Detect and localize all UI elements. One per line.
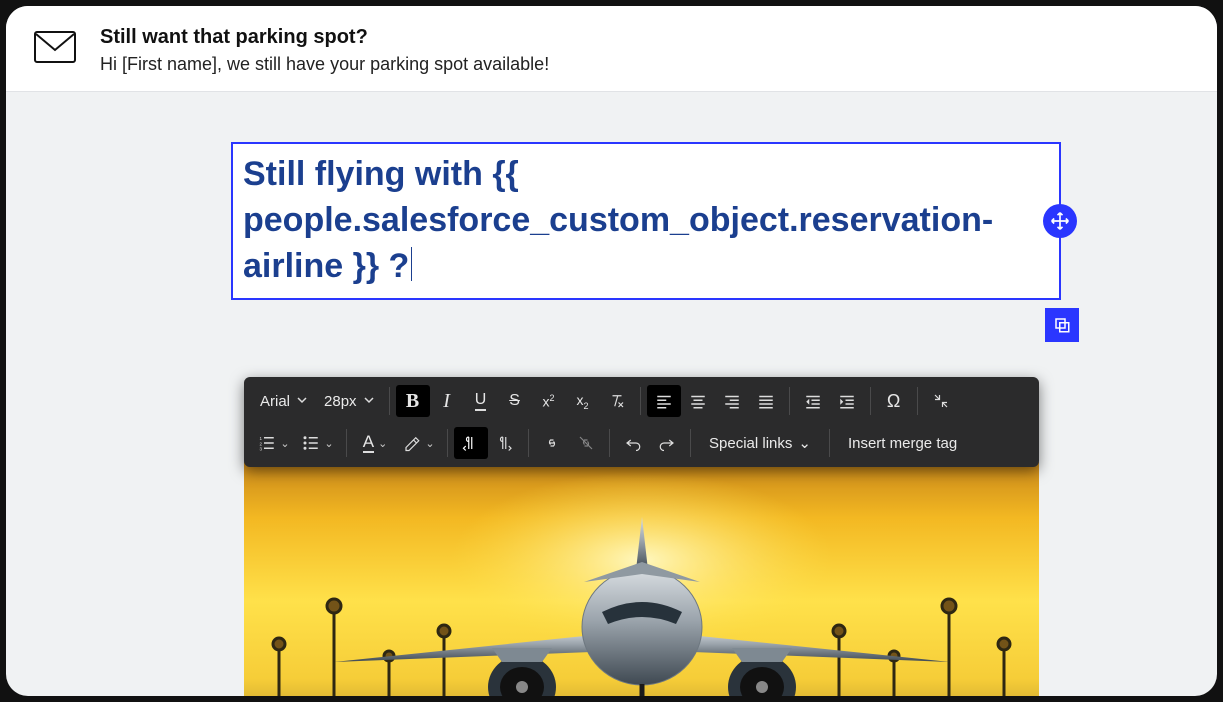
- email-preview-header: Still want that parking spot? Hi [First …: [6, 6, 1217, 92]
- outdent-button[interactable]: [796, 385, 830, 417]
- email-subject: Still want that parking spot?: [100, 24, 1195, 50]
- align-right-button[interactable]: [715, 385, 749, 417]
- clear-formatting-button[interactable]: [600, 385, 634, 417]
- toolbar-row-2: 123 ⌄ ⌄ A⌄ ⌄: [252, 423, 1031, 463]
- bold-button[interactable]: B: [396, 385, 430, 417]
- unordered-list-button[interactable]: ⌄: [296, 427, 340, 459]
- remove-link-button[interactable]: [569, 427, 603, 459]
- selected-block[interactable]: Still flying with {{ people.salesforce_c…: [231, 142, 1061, 300]
- app-window: Still want that parking spot? Hi [First …: [6, 6, 1217, 696]
- text-color-button[interactable]: A⌄: [353, 427, 397, 459]
- font-size-value: 28px: [324, 393, 357, 410]
- font-family-value: Arial: [260, 393, 290, 410]
- align-center-button[interactable]: [681, 385, 715, 417]
- mail-icon: [32, 28, 78, 66]
- special-links-button[interactable]: Special links ⌄: [697, 427, 823, 459]
- special-links-label: Special links: [709, 435, 792, 452]
- duplicate-block-icon[interactable]: [1045, 308, 1079, 342]
- ltr-direction-button[interactable]: [454, 427, 488, 459]
- chevron-down-icon: [363, 393, 375, 410]
- font-size-select[interactable]: 28px: [316, 385, 383, 417]
- undo-button[interactable]: [616, 427, 650, 459]
- italic-button[interactable]: I: [430, 385, 464, 417]
- email-preview-text: Hi [First name], we still have your park…: [100, 54, 1195, 75]
- ordered-list-button[interactable]: 123 ⌄: [252, 427, 296, 459]
- special-character-button[interactable]: Ω: [877, 385, 911, 417]
- chevron-down-icon: [296, 393, 308, 410]
- merge-tag-label: Insert merge tag: [848, 435, 957, 452]
- redo-button[interactable]: [650, 427, 684, 459]
- svg-text:2: 2: [260, 441, 263, 446]
- indent-button[interactable]: [830, 385, 864, 417]
- rich-text-toolbar: Arial 28px B I U S x2 x2: [244, 377, 1039, 467]
- editor-canvas[interactable]: Still flying with {{ people.salesforce_c…: [6, 92, 1217, 696]
- svg-text:3: 3: [260, 447, 263, 452]
- svg-text:1: 1: [260, 436, 263, 441]
- rtl-direction-button[interactable]: [488, 427, 522, 459]
- align-justify-button[interactable]: [749, 385, 783, 417]
- subscript-button[interactable]: x2: [566, 385, 600, 417]
- highlight-color-button[interactable]: ⌄: [397, 427, 441, 459]
- toolbar-row-1: Arial 28px B I U S x2 x2: [252, 381, 1031, 421]
- insert-link-button[interactable]: [535, 427, 569, 459]
- text-block[interactable]: Still flying with {{ people.salesforce_c…: [231, 142, 1061, 300]
- superscript-button[interactable]: x2: [532, 385, 566, 417]
- underline-button[interactable]: U: [464, 385, 498, 417]
- collapse-toolbar-button[interactable]: [924, 385, 958, 417]
- strikethrough-button[interactable]: S: [498, 385, 532, 417]
- text-content[interactable]: Still flying with {{ people.salesforce_c…: [243, 152, 1049, 290]
- move-handle-icon[interactable]: [1043, 204, 1077, 238]
- header-text: Still want that parking spot? Hi [First …: [100, 24, 1195, 75]
- image-block-airplane[interactable]: [244, 462, 1039, 696]
- insert-merge-tag-button[interactable]: Insert merge tag: [836, 427, 969, 459]
- font-family-select[interactable]: Arial: [252, 385, 316, 417]
- chevron-down-icon: ⌄: [798, 434, 811, 452]
- align-left-button[interactable]: [647, 385, 681, 417]
